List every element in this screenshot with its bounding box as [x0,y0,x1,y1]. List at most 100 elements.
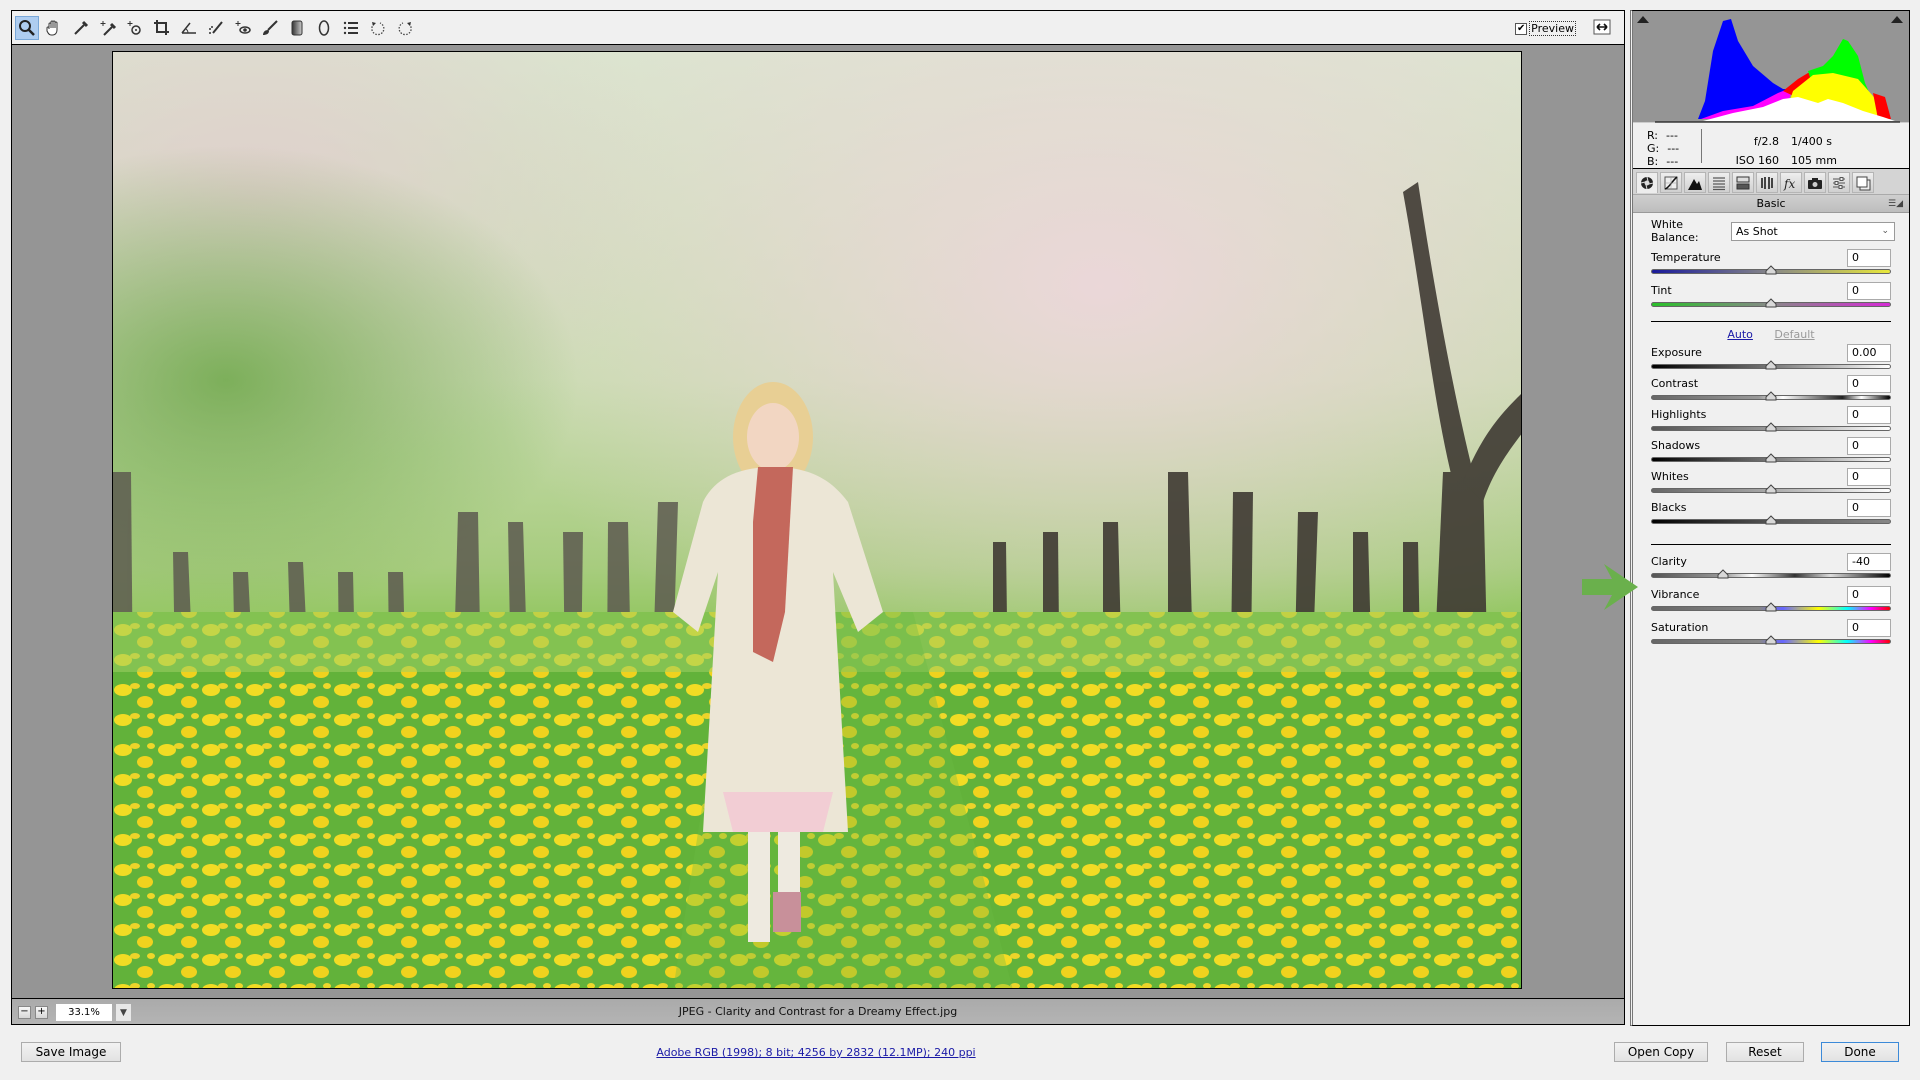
crop-tool-button[interactable] [150,16,174,40]
tab-tone-curve[interactable] [1660,172,1682,193]
color-sampler-icon [100,21,117,36]
camera-raw-window: ✔ Preview − + 33.1% ▼ JPEG - Clarity and… [0,0,1920,1080]
histogram-graph [1655,19,1900,123]
tab-hsl[interactable] [1708,172,1730,193]
spot-removal-tool-button[interactable] [204,16,228,40]
shadows-slider-thumb[interactable] [1765,453,1777,463]
straighten-icon [181,22,196,34]
panel-menu-icon[interactable]: ☰◢ [1888,195,1903,213]
slider-group-wb: Temperature 0 Tint 0 [1633,249,1909,315]
exposure-value-input[interactable]: 0.00 [1847,344,1891,362]
fullscreen-button[interactable] [1592,18,1612,36]
exposure-slider-thumb[interactable] [1765,360,1777,370]
shadows-label: Shadows [1651,439,1701,452]
temperature-slider-thumb[interactable] [1765,265,1777,275]
shutter-value: 1/400 s [1791,135,1832,148]
whites-value-input[interactable]: 0 [1847,468,1891,486]
clarity-value-input[interactable]: -40 [1847,553,1891,571]
open-copy-button[interactable]: Open Copy [1614,1042,1708,1062]
adjustment-brush-tool-button[interactable] [258,16,282,40]
g-label: G: [1647,142,1660,155]
white-balance-select[interactable]: As Shot ⌄ [1731,221,1895,241]
blacks-slider-thumb[interactable] [1765,515,1777,525]
graduated-filter-icon [291,20,303,36]
tab-snapshots[interactable] [1852,172,1874,193]
rotate-ccw-button[interactable] [366,16,390,40]
tab-camera-calibration[interactable] [1804,172,1826,193]
graduated-filter-tool-button[interactable] [285,16,309,40]
magnifier-icon [19,20,35,36]
hand-tool-button[interactable] [42,16,66,40]
contrast-value-input[interactable]: 0 [1847,375,1891,393]
highlights-value-input[interactable]: 0 [1847,406,1891,424]
white-balance-value: As Shot [1736,224,1778,238]
preview-checkbox[interactable]: ✔ [1515,22,1528,35]
radial-filter-tool-button[interactable] [312,16,336,40]
done-button[interactable]: Done [1821,1042,1899,1062]
saturation-value-input[interactable]: 0 [1847,619,1891,637]
highlights-slider-thumb[interactable] [1765,422,1777,432]
contrast-label: Contrast [1651,377,1699,390]
vibrance-label: Vibrance [1651,588,1700,601]
slider-tint: Tint 0 [1633,282,1909,315]
shadows-value-input[interactable]: 0 [1847,437,1891,455]
camera-icon [1808,177,1822,189]
red-eye-tool-button[interactable] [231,16,255,40]
tab-effects[interactable]: fx [1780,172,1802,193]
divider [1651,544,1891,545]
tab-lens-corrections[interactable] [1756,172,1778,193]
tab-basic[interactable] [1636,172,1658,193]
tab-presets[interactable] [1828,172,1850,193]
temperature-value-input[interactable]: 0 [1847,249,1891,267]
contrast-slider-thumb[interactable] [1765,391,1777,401]
info-separator [1701,129,1702,163]
photo-image [113,52,1521,988]
straighten-tool-button[interactable] [177,16,201,40]
white-balance-tool-button[interactable] [69,16,93,40]
preview-toggle[interactable]: ✔ Preview [1515,21,1576,36]
zoom-tool-button[interactable] [15,16,39,40]
presets-icon [1833,176,1845,189]
annotation-arrow-icon [1582,564,1638,610]
slider-group-presence: Clarity -40 Vibrance 0 Saturation 0 [1633,553,1909,652]
preview-label: Preview [1529,21,1576,36]
slider-clarity: Clarity -40 [1633,553,1909,586]
auto-link[interactable]: Auto [1727,328,1753,341]
exposure-label: Exposure [1651,346,1702,359]
tint-label: Tint [1651,284,1672,297]
section-title: Basic [1756,197,1786,210]
highlights-label: Highlights [1651,408,1707,421]
vibrance-slider-thumb[interactable] [1765,602,1777,612]
blacks-label: Blacks [1651,501,1687,514]
vibrance-value-input[interactable]: 0 [1847,586,1891,604]
rotate-cw-button[interactable] [393,16,417,40]
clarity-slider-track[interactable] [1651,573,1891,578]
whites-label: Whites [1651,470,1689,483]
aperture-value: f/2.8 [1753,135,1779,148]
slider-temperature: Temperature 0 [1633,249,1909,282]
workflow-options-link[interactable]: Adobe RGB (1998); 8 bit; 4256 by 2832 (1… [0,1046,1632,1059]
whites-slider-thumb[interactable] [1765,484,1777,494]
tab-detail[interactable] [1684,172,1706,193]
blacks-value-input[interactable]: 0 [1847,499,1891,517]
rotate-cw-icon [398,22,412,36]
tint-slider-thumb[interactable] [1765,298,1777,308]
tab-split-toning[interactable] [1732,172,1754,193]
r-value: --- [1666,129,1678,142]
color-sampler-tool-button[interactable] [96,16,120,40]
image-canvas[interactable] [11,44,1625,998]
panel-tabs: fx [1633,169,1909,195]
saturation-slider-thumb[interactable] [1765,635,1777,645]
saturation-label: Saturation [1651,621,1709,634]
list-icon [343,21,358,35]
clarity-slider-thumb[interactable] [1717,569,1729,579]
reset-button[interactable]: Reset [1726,1042,1804,1062]
preferences-button[interactable] [339,16,363,40]
photo-preview[interactable] [112,51,1522,989]
detail-icon [1688,178,1702,190]
rgb-readout: R: --- G: --- B: --- [1647,129,1679,168]
targeted-adjustment-tool-button[interactable] [123,16,147,40]
slider-highlights: Highlights 0 [1633,406,1909,437]
tint-value-input[interactable]: 0 [1847,282,1891,300]
slider-contrast: Contrast 0 [1633,375,1909,406]
